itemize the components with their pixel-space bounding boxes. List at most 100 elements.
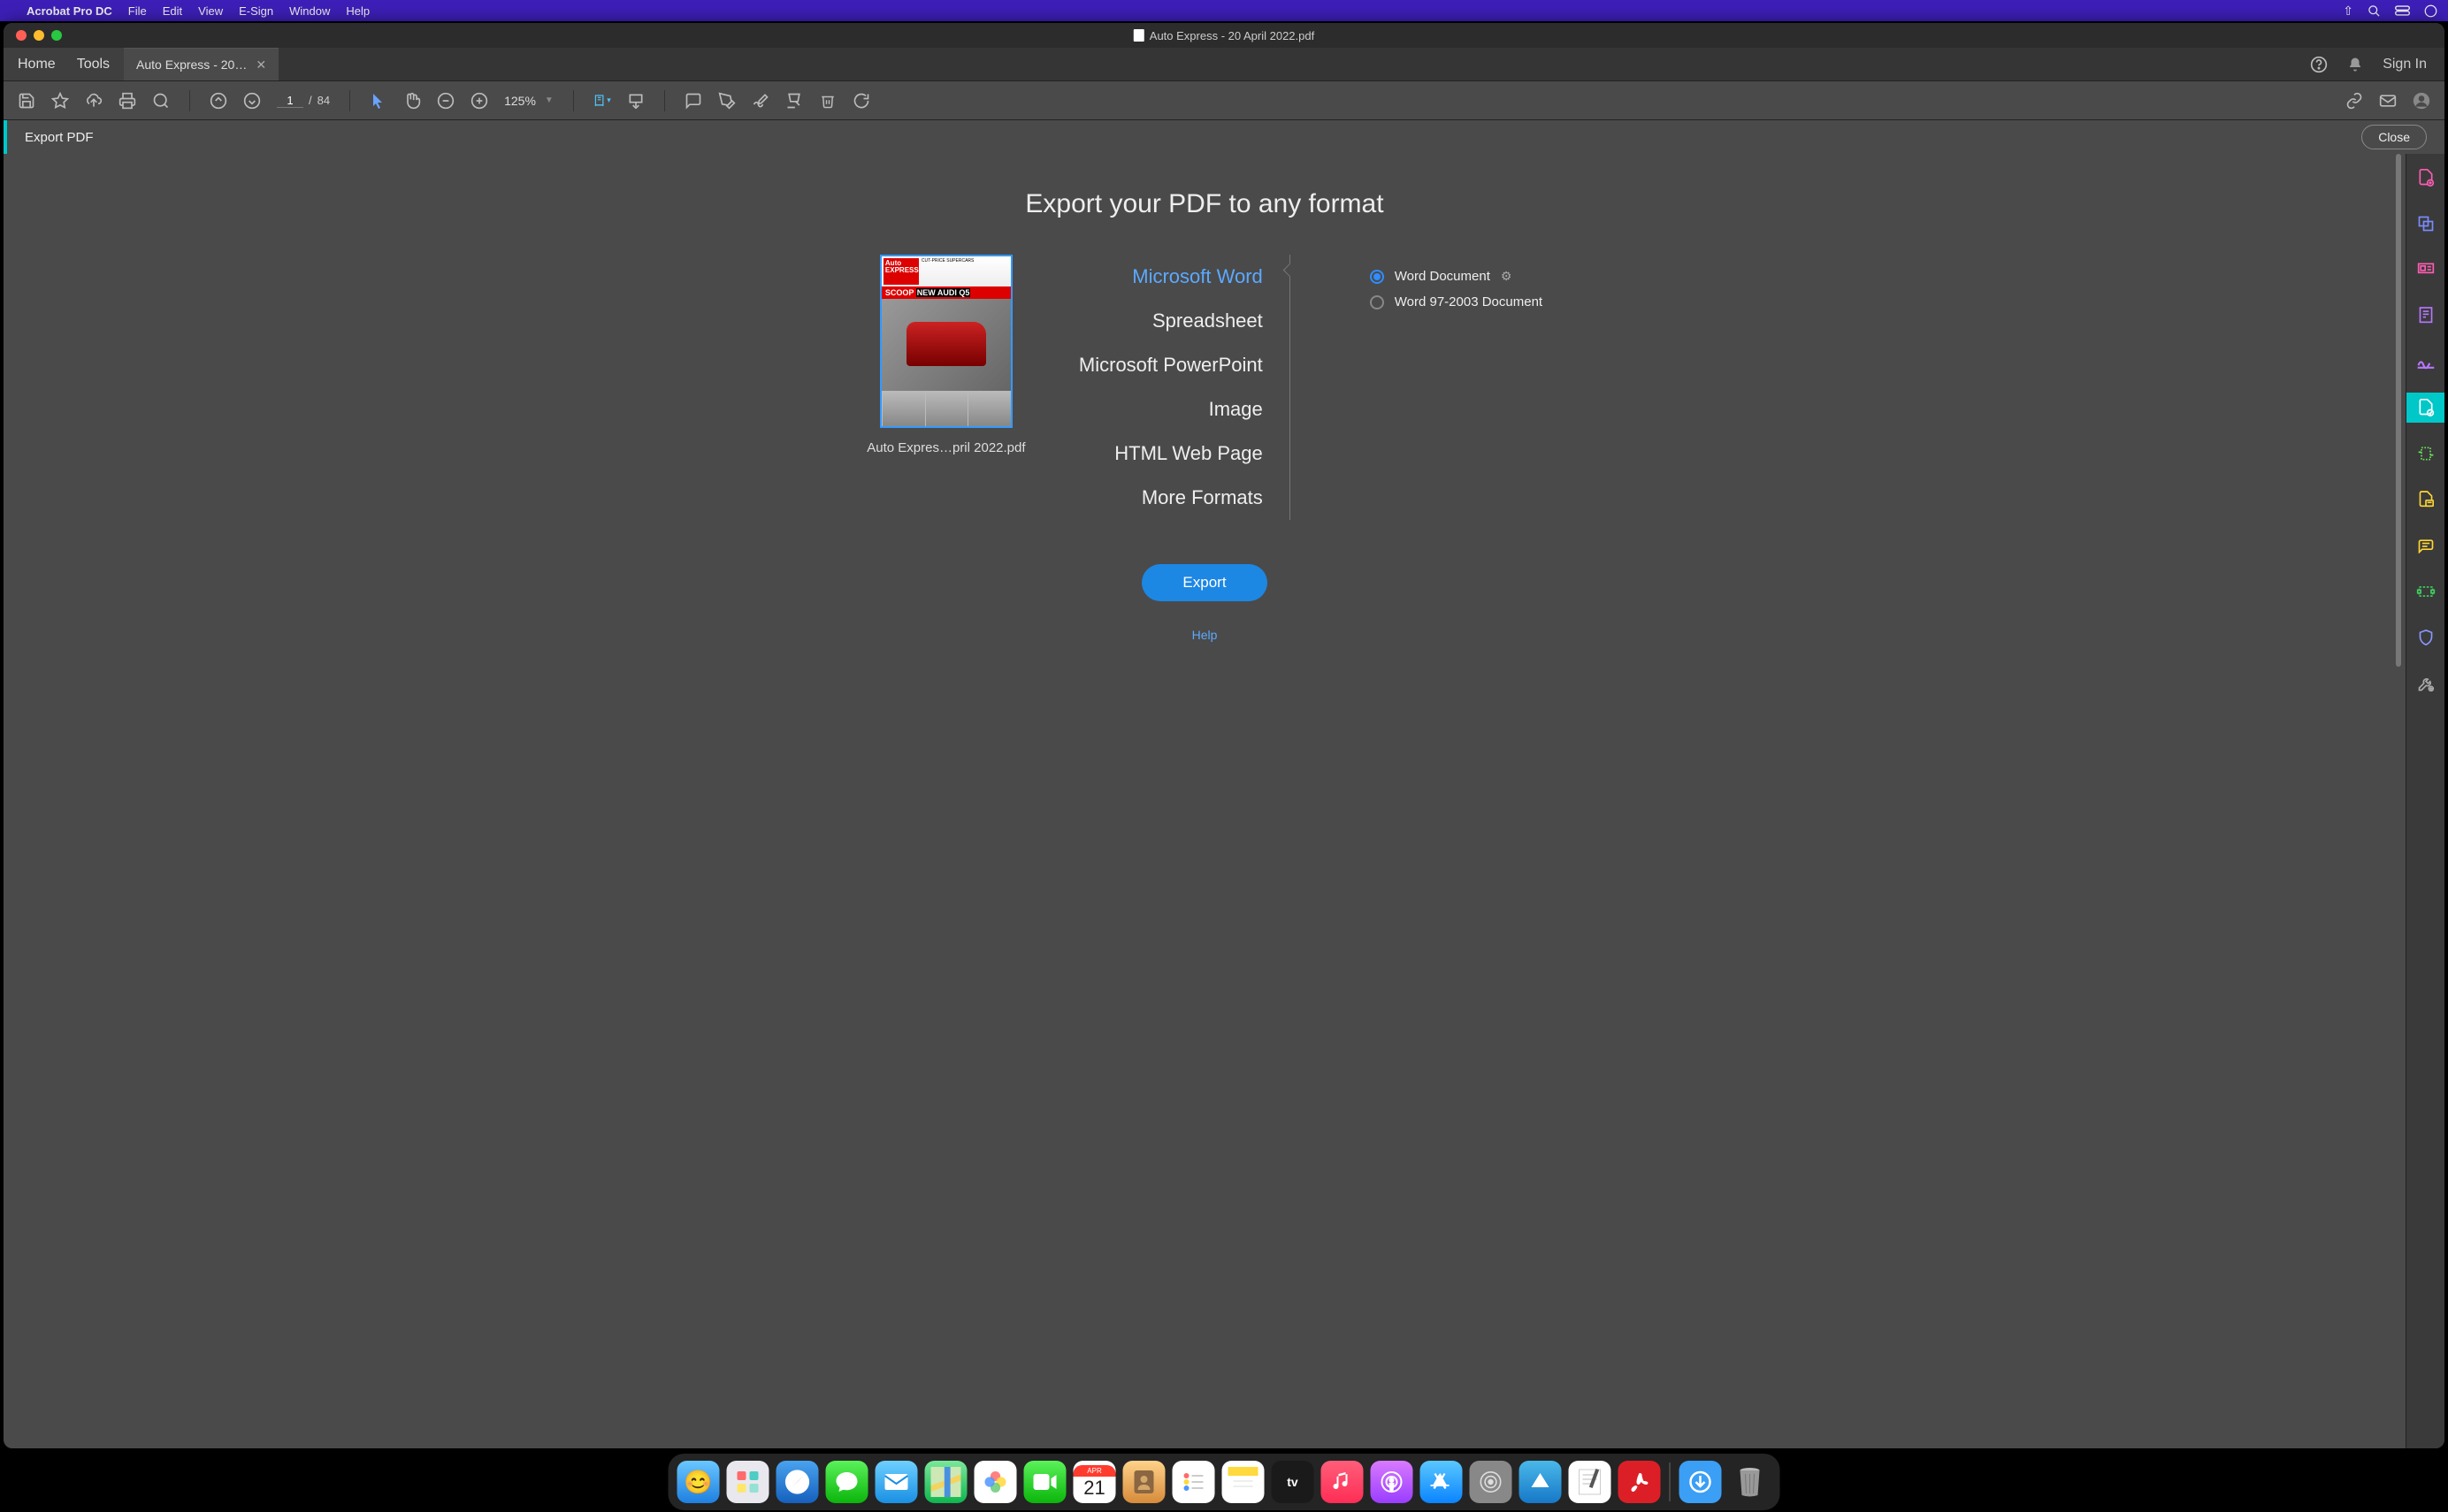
menu-item-esign[interactable]: E-Sign [239, 4, 273, 18]
stamp-icon[interactable] [785, 92, 803, 110]
star-icon[interactable] [51, 92, 69, 110]
tab-tools[interactable]: Tools [77, 57, 110, 73]
page-number-input[interactable] [277, 94, 303, 108]
profile-icon[interactable] [2413, 92, 2430, 110]
rail-more-tools-icon[interactable] [2406, 668, 2445, 699]
dock-maps-icon[interactable] [925, 1461, 968, 1503]
sign-icon[interactable] [752, 92, 769, 110]
menubar-updates-icon[interactable]: ⇧ [2343, 4, 2353, 19]
right-tool-rail [2406, 154, 2444, 1448]
dock-app-generic-icon[interactable] [1519, 1461, 1562, 1503]
main-toolbar: / 84 125% ▼ ▾ [4, 81, 2444, 120]
format-spreadsheet[interactable]: Spreadsheet [1152, 309, 1263, 332]
menu-item-file[interactable]: File [128, 4, 147, 18]
dock-acrobat-icon[interactable] [1618, 1461, 1661, 1503]
app-name[interactable]: Acrobat Pro DC [27, 4, 112, 18]
document-thumbnail[interactable]: Auto EXPRESS CUT-PRICE SUPERCARS SCOOP N… [880, 255, 1013, 428]
dock-appstore-icon[interactable] [1420, 1461, 1463, 1503]
zoom-dropdown-icon[interactable]: ▼ [545, 95, 554, 105]
settings-gear-icon[interactable]: ⚙ [1501, 269, 1512, 284]
tab-close-icon[interactable]: ✕ [256, 57, 266, 73]
format-html[interactable]: HTML Web Page [1114, 442, 1263, 465]
notifications-icon[interactable] [2347, 56, 2363, 73]
tab-home[interactable]: Home [18, 57, 56, 73]
dock-messages-icon[interactable] [826, 1461, 868, 1503]
dock-podcasts-icon[interactable] [1371, 1461, 1413, 1503]
siri-icon[interactable] [2424, 4, 2437, 18]
pointer-icon[interactable] [370, 92, 387, 110]
rail-fill-sign-icon[interactable] [2406, 347, 2445, 377]
dock-settings-icon[interactable] [1470, 1461, 1512, 1503]
format-powerpoint[interactable]: Microsoft PowerPoint [1079, 354, 1263, 377]
dock-mail-icon[interactable] [876, 1461, 918, 1503]
rail-combine-icon[interactable] [2406, 209, 2445, 239]
comment-icon[interactable] [685, 92, 702, 110]
dock-finder-icon[interactable]: 😊 [677, 1461, 720, 1503]
rail-export-pdf-icon[interactable] [2406, 393, 2445, 423]
dock-appletv-icon[interactable]: tv [1272, 1461, 1314, 1503]
dock-facetime-icon[interactable] [1024, 1461, 1067, 1503]
dock-reminders-icon[interactable] [1173, 1461, 1215, 1503]
window-minimize-button[interactable] [34, 30, 44, 41]
highlight-icon[interactable] [718, 92, 736, 110]
radio-word-97[interactable] [1370, 295, 1384, 309]
rail-comment-icon[interactable] [2406, 531, 2445, 561]
page-up-icon[interactable] [210, 92, 227, 110]
menu-item-view[interactable]: View [198, 4, 223, 18]
rotate-icon[interactable] [853, 92, 870, 110]
radio-word-docx[interactable] [1370, 270, 1384, 284]
rail-organize-icon[interactable] [2406, 439, 2445, 469]
menu-item-edit[interactable]: Edit [163, 4, 182, 18]
help-link[interactable]: Help [1192, 628, 1218, 642]
zoom-out-icon[interactable] [437, 92, 455, 110]
signin-link[interactable]: Sign In [2383, 57, 2427, 73]
format-more[interactable]: More Formats [1142, 486, 1263, 509]
hand-icon[interactable] [403, 92, 421, 110]
delete-icon[interactable] [819, 92, 837, 110]
panel-close-button[interactable]: Close [2361, 125, 2427, 149]
dock-textedit-icon[interactable] [1569, 1461, 1611, 1503]
rail-protect-icon[interactable] [2406, 622, 2445, 653]
email-icon[interactable] [2379, 92, 2397, 110]
help-icon[interactable] [2310, 56, 2328, 73]
radio-word-97-label: Word 97-2003 Document [1395, 294, 1542, 309]
fit-page-icon[interactable]: ▾ [593, 92, 611, 110]
cloud-icon[interactable] [85, 92, 103, 110]
save-icon[interactable] [18, 92, 35, 110]
window-close-button[interactable] [16, 30, 27, 41]
rail-scan-icon[interactable] [2406, 577, 2445, 607]
rail-edit-icon[interactable] [2406, 255, 2445, 285]
export-heading: Export your PDF to any format [1025, 189, 1383, 219]
zoom-value[interactable]: 125% [504, 94, 536, 108]
fit-width-icon[interactable] [627, 92, 645, 110]
page-down-icon[interactable] [243, 92, 261, 110]
vertical-scrollbar[interactable] [2395, 154, 2402, 1448]
dock-photos-icon[interactable] [975, 1461, 1017, 1503]
dock-downloads-icon[interactable] [1679, 1461, 1722, 1503]
dock-calendar-icon[interactable]: APR 21 [1074, 1461, 1116, 1503]
page-total: 84 [317, 94, 330, 107]
sub-options: Word Document ⚙ Word 97-2003 Document [1343, 255, 1542, 320]
window-zoom-button[interactable] [51, 30, 62, 41]
dock-music-icon[interactable] [1321, 1461, 1364, 1503]
menu-item-help[interactable]: Help [346, 4, 370, 18]
zoom-in-icon[interactable] [470, 92, 488, 110]
link-icon[interactable] [2345, 92, 2363, 110]
print-icon[interactable] [119, 92, 136, 110]
dock-trash-icon[interactable] [1729, 1461, 1771, 1503]
find-icon[interactable] [152, 92, 170, 110]
dock-contacts-icon[interactable] [1123, 1461, 1166, 1503]
dock-notes-icon[interactable] [1222, 1461, 1265, 1503]
menu-item-window[interactable]: Window [289, 4, 330, 18]
document-tab[interactable]: Auto Express - 20… ✕ [124, 48, 279, 80]
rail-send-comments-icon[interactable] [2406, 485, 2445, 515]
rail-request-signatures-icon[interactable] [2406, 301, 2445, 331]
dock-safari-icon[interactable] [776, 1461, 819, 1503]
dock-launchpad-icon[interactable] [727, 1461, 769, 1503]
export-button[interactable]: Export [1142, 564, 1266, 601]
control-center-icon[interactable] [2395, 5, 2410, 16]
format-image[interactable]: Image [1209, 398, 1263, 421]
spotlight-icon[interactable] [2368, 4, 2381, 18]
rail-create-pdf-icon[interactable] [2406, 163, 2445, 193]
format-word[interactable]: Microsoft Word [1132, 265, 1263, 288]
